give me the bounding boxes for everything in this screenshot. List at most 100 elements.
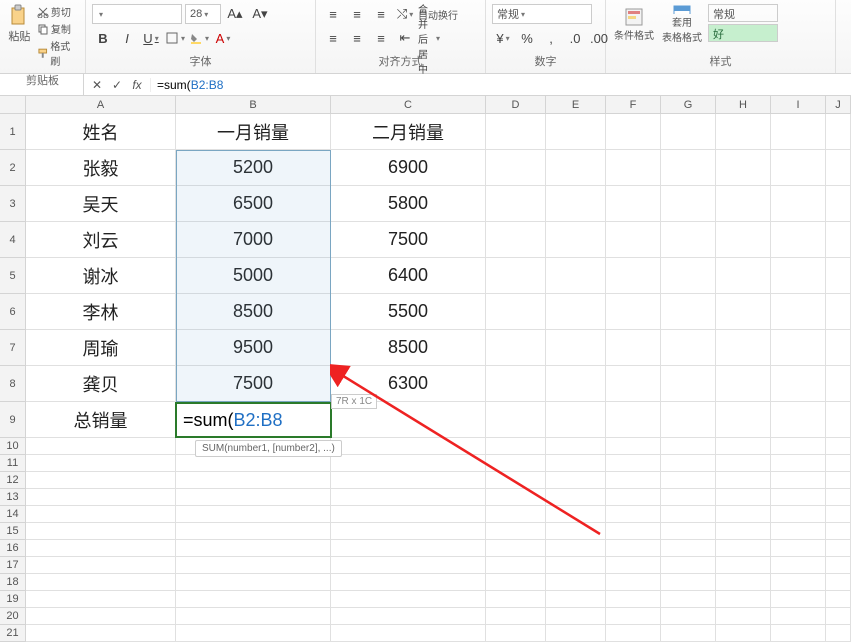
percent-icon[interactable]: % (516, 28, 538, 48)
cell[interactable] (771, 591, 826, 608)
cell[interactable] (486, 472, 546, 489)
cell[interactable] (661, 186, 716, 222)
align-middle-icon[interactable]: ≡ (346, 4, 368, 24)
cell[interactable] (661, 150, 716, 186)
cell[interactable] (716, 186, 771, 222)
copy-button[interactable]: 复制 (37, 21, 79, 36)
cell[interactable] (716, 506, 771, 523)
cell[interactable] (331, 591, 486, 608)
cell[interactable] (826, 330, 851, 366)
row-header[interactable]: 5 (0, 258, 26, 294)
cell[interactable] (176, 455, 331, 472)
cell[interactable] (606, 330, 661, 366)
cell[interactable] (176, 472, 331, 489)
cell[interactable] (606, 258, 661, 294)
cell[interactable] (716, 150, 771, 186)
cell[interactable] (661, 557, 716, 574)
align-center-icon[interactable]: ≡ (346, 28, 368, 48)
cell[interactable]: 6300 (331, 366, 486, 402)
cell[interactable]: 张毅 (26, 150, 176, 186)
cell[interactable] (771, 625, 826, 642)
cell[interactable] (661, 294, 716, 330)
cell[interactable] (26, 540, 176, 557)
row-header[interactable]: 12 (0, 472, 26, 489)
cell[interactable] (771, 402, 826, 438)
col-header[interactable]: F (606, 96, 661, 113)
cell[interactable] (661, 402, 716, 438)
cell[interactable] (546, 258, 606, 294)
cell[interactable] (606, 438, 661, 455)
cell[interactable] (546, 591, 606, 608)
cell[interactable] (26, 506, 176, 523)
cell[interactable] (716, 523, 771, 540)
cell[interactable] (826, 455, 851, 472)
row-header[interactable]: 20 (0, 608, 26, 625)
cell[interactable] (661, 438, 716, 455)
cell[interactable] (486, 150, 546, 186)
cell[interactable] (771, 608, 826, 625)
cell[interactable] (661, 114, 716, 150)
align-right-icon[interactable]: ≡ (370, 28, 392, 48)
cell[interactable] (176, 489, 331, 506)
row-header[interactable]: 8 (0, 366, 26, 402)
cell[interactable]: 5800 (331, 186, 486, 222)
cell[interactable] (606, 150, 661, 186)
cell[interactable] (716, 402, 771, 438)
cell[interactable]: 5200 (176, 150, 331, 186)
cell[interactable] (771, 455, 826, 472)
cell[interactable]: 8500 (176, 294, 331, 330)
cell[interactable] (486, 489, 546, 506)
cell[interactable] (26, 574, 176, 591)
cell[interactable] (826, 574, 851, 591)
row-header[interactable]: 10 (0, 438, 26, 455)
cell[interactable] (716, 472, 771, 489)
cell[interactable] (546, 608, 606, 625)
cell[interactable] (606, 402, 661, 438)
cell[interactable] (661, 472, 716, 489)
cell[interactable] (661, 222, 716, 258)
cell[interactable] (546, 523, 606, 540)
cell[interactable] (826, 625, 851, 642)
cell[interactable] (771, 574, 826, 591)
row-header[interactable]: 7 (0, 330, 26, 366)
cell[interactable] (661, 506, 716, 523)
col-header[interactable]: B (176, 96, 331, 113)
cell[interactable] (606, 574, 661, 591)
cell[interactable] (826, 523, 851, 540)
col-header[interactable]: H (716, 96, 771, 113)
cell[interactable] (486, 540, 546, 557)
cell[interactable]: 姓名 (26, 114, 176, 150)
formula-enter-icon[interactable]: ✓ (110, 78, 124, 92)
cell[interactable] (546, 402, 606, 438)
row-header[interactable]: 15 (0, 523, 26, 540)
cell[interactable] (771, 540, 826, 557)
col-header[interactable]: I (771, 96, 826, 113)
cell[interactable] (826, 294, 851, 330)
cell[interactable] (606, 540, 661, 557)
cell[interactable] (331, 608, 486, 625)
cell[interactable] (716, 455, 771, 472)
cell[interactable] (176, 608, 331, 625)
cell[interactable] (771, 489, 826, 506)
cell[interactable] (606, 506, 661, 523)
cell[interactable] (826, 472, 851, 489)
cell[interactable] (716, 625, 771, 642)
cell[interactable] (546, 438, 606, 455)
italic-button[interactable]: I (116, 28, 138, 48)
format-painter-button[interactable]: 格式刷 (37, 38, 79, 68)
orientation-icon[interactable]: ⤭ (394, 4, 416, 24)
row-header[interactable]: 1 (0, 114, 26, 150)
cell[interactable] (661, 625, 716, 642)
cell[interactable] (176, 506, 331, 523)
cell[interactable] (486, 330, 546, 366)
cell[interactable] (331, 472, 486, 489)
cell[interactable] (771, 186, 826, 222)
row-header[interactable]: 13 (0, 489, 26, 506)
cell[interactable] (486, 222, 546, 258)
cell[interactable] (771, 258, 826, 294)
select-all-corner[interactable] (0, 96, 26, 113)
cell[interactable]: 8500 (331, 330, 486, 366)
cell[interactable]: 一月销量 (176, 114, 331, 150)
row-header[interactable]: 19 (0, 591, 26, 608)
cell[interactable] (771, 222, 826, 258)
